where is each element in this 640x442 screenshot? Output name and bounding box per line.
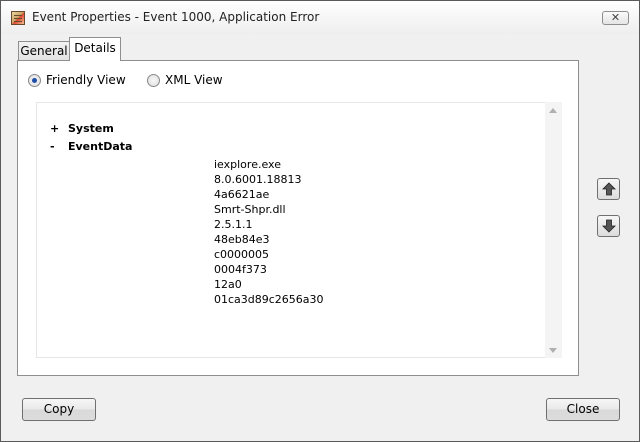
event-data-value: 0004f373 [214,263,267,276]
arrow-down-icon [602,219,616,233]
previous-event-button[interactable] [597,178,620,200]
event-detail-pane: + System - EventData iexplore.exe 8.0.6001… [36,102,562,358]
window-title: Event Properties - Event 1000, Applicati… [32,10,320,24]
xml-view-label[interactable]: XML View [165,73,223,87]
close-window-button[interactable]: ✕ [602,11,629,25]
event-data-value: 2.5.1.1 [214,218,253,231]
tree-node-eventdata[interactable]: - EventData [50,140,132,153]
event-data-value: 8.0.6001.18813 [214,173,302,186]
event-data-values: iexplore.exe 8.0.6001.18813 4a6621ae Smr… [214,157,324,307]
title-bar[interactable]: Event Properties - Event 1000, Applicati… [1,1,639,34]
details-tab-panel: Friendly View XML View + System - EventDat… [17,60,579,376]
tree-node-system[interactable]: + System [50,122,114,135]
close-button[interactable]: Close [546,398,620,421]
vertical-scrollbar[interactable] [545,102,562,358]
tree-node-label: EventData [68,140,133,153]
friendly-view-option[interactable]: Friendly View [28,73,138,88]
event-data-value: iexplore.exe [214,158,281,171]
scroll-down-icon[interactable] [549,348,557,353]
xml-view-radio[interactable] [147,74,160,87]
event-data-value: c0000005 [214,248,270,261]
copy-button[interactable]: Copy [22,398,96,421]
next-event-button[interactable] [597,215,620,237]
event-data-value: 12a0 [214,278,242,291]
tab-general[interactable]: General [18,41,70,60]
tab-details[interactable]: Details [69,37,121,61]
event-data-value: Smrt-Shpr.dll [214,203,286,216]
scroll-up-icon[interactable] [549,108,557,113]
event-data-value: 48eb84e3 [214,233,270,246]
event-data-value: 01ca3d89c2656a30 [214,293,324,306]
event-properties-icon [11,11,25,25]
arrow-up-icon [602,182,616,196]
friendly-view-radio[interactable] [28,74,41,87]
event-data-value: 4a6621ae [214,188,270,201]
collapse-icon[interactable]: - [50,140,68,153]
friendly-view-label[interactable]: Friendly View [46,73,126,87]
event-properties-window: Event Properties - Event 1000, Applicati… [0,0,640,442]
xml-view-option[interactable]: XML View [147,73,237,88]
tree-node-label: System [68,122,114,135]
expand-icon[interactable]: + [50,122,68,135]
